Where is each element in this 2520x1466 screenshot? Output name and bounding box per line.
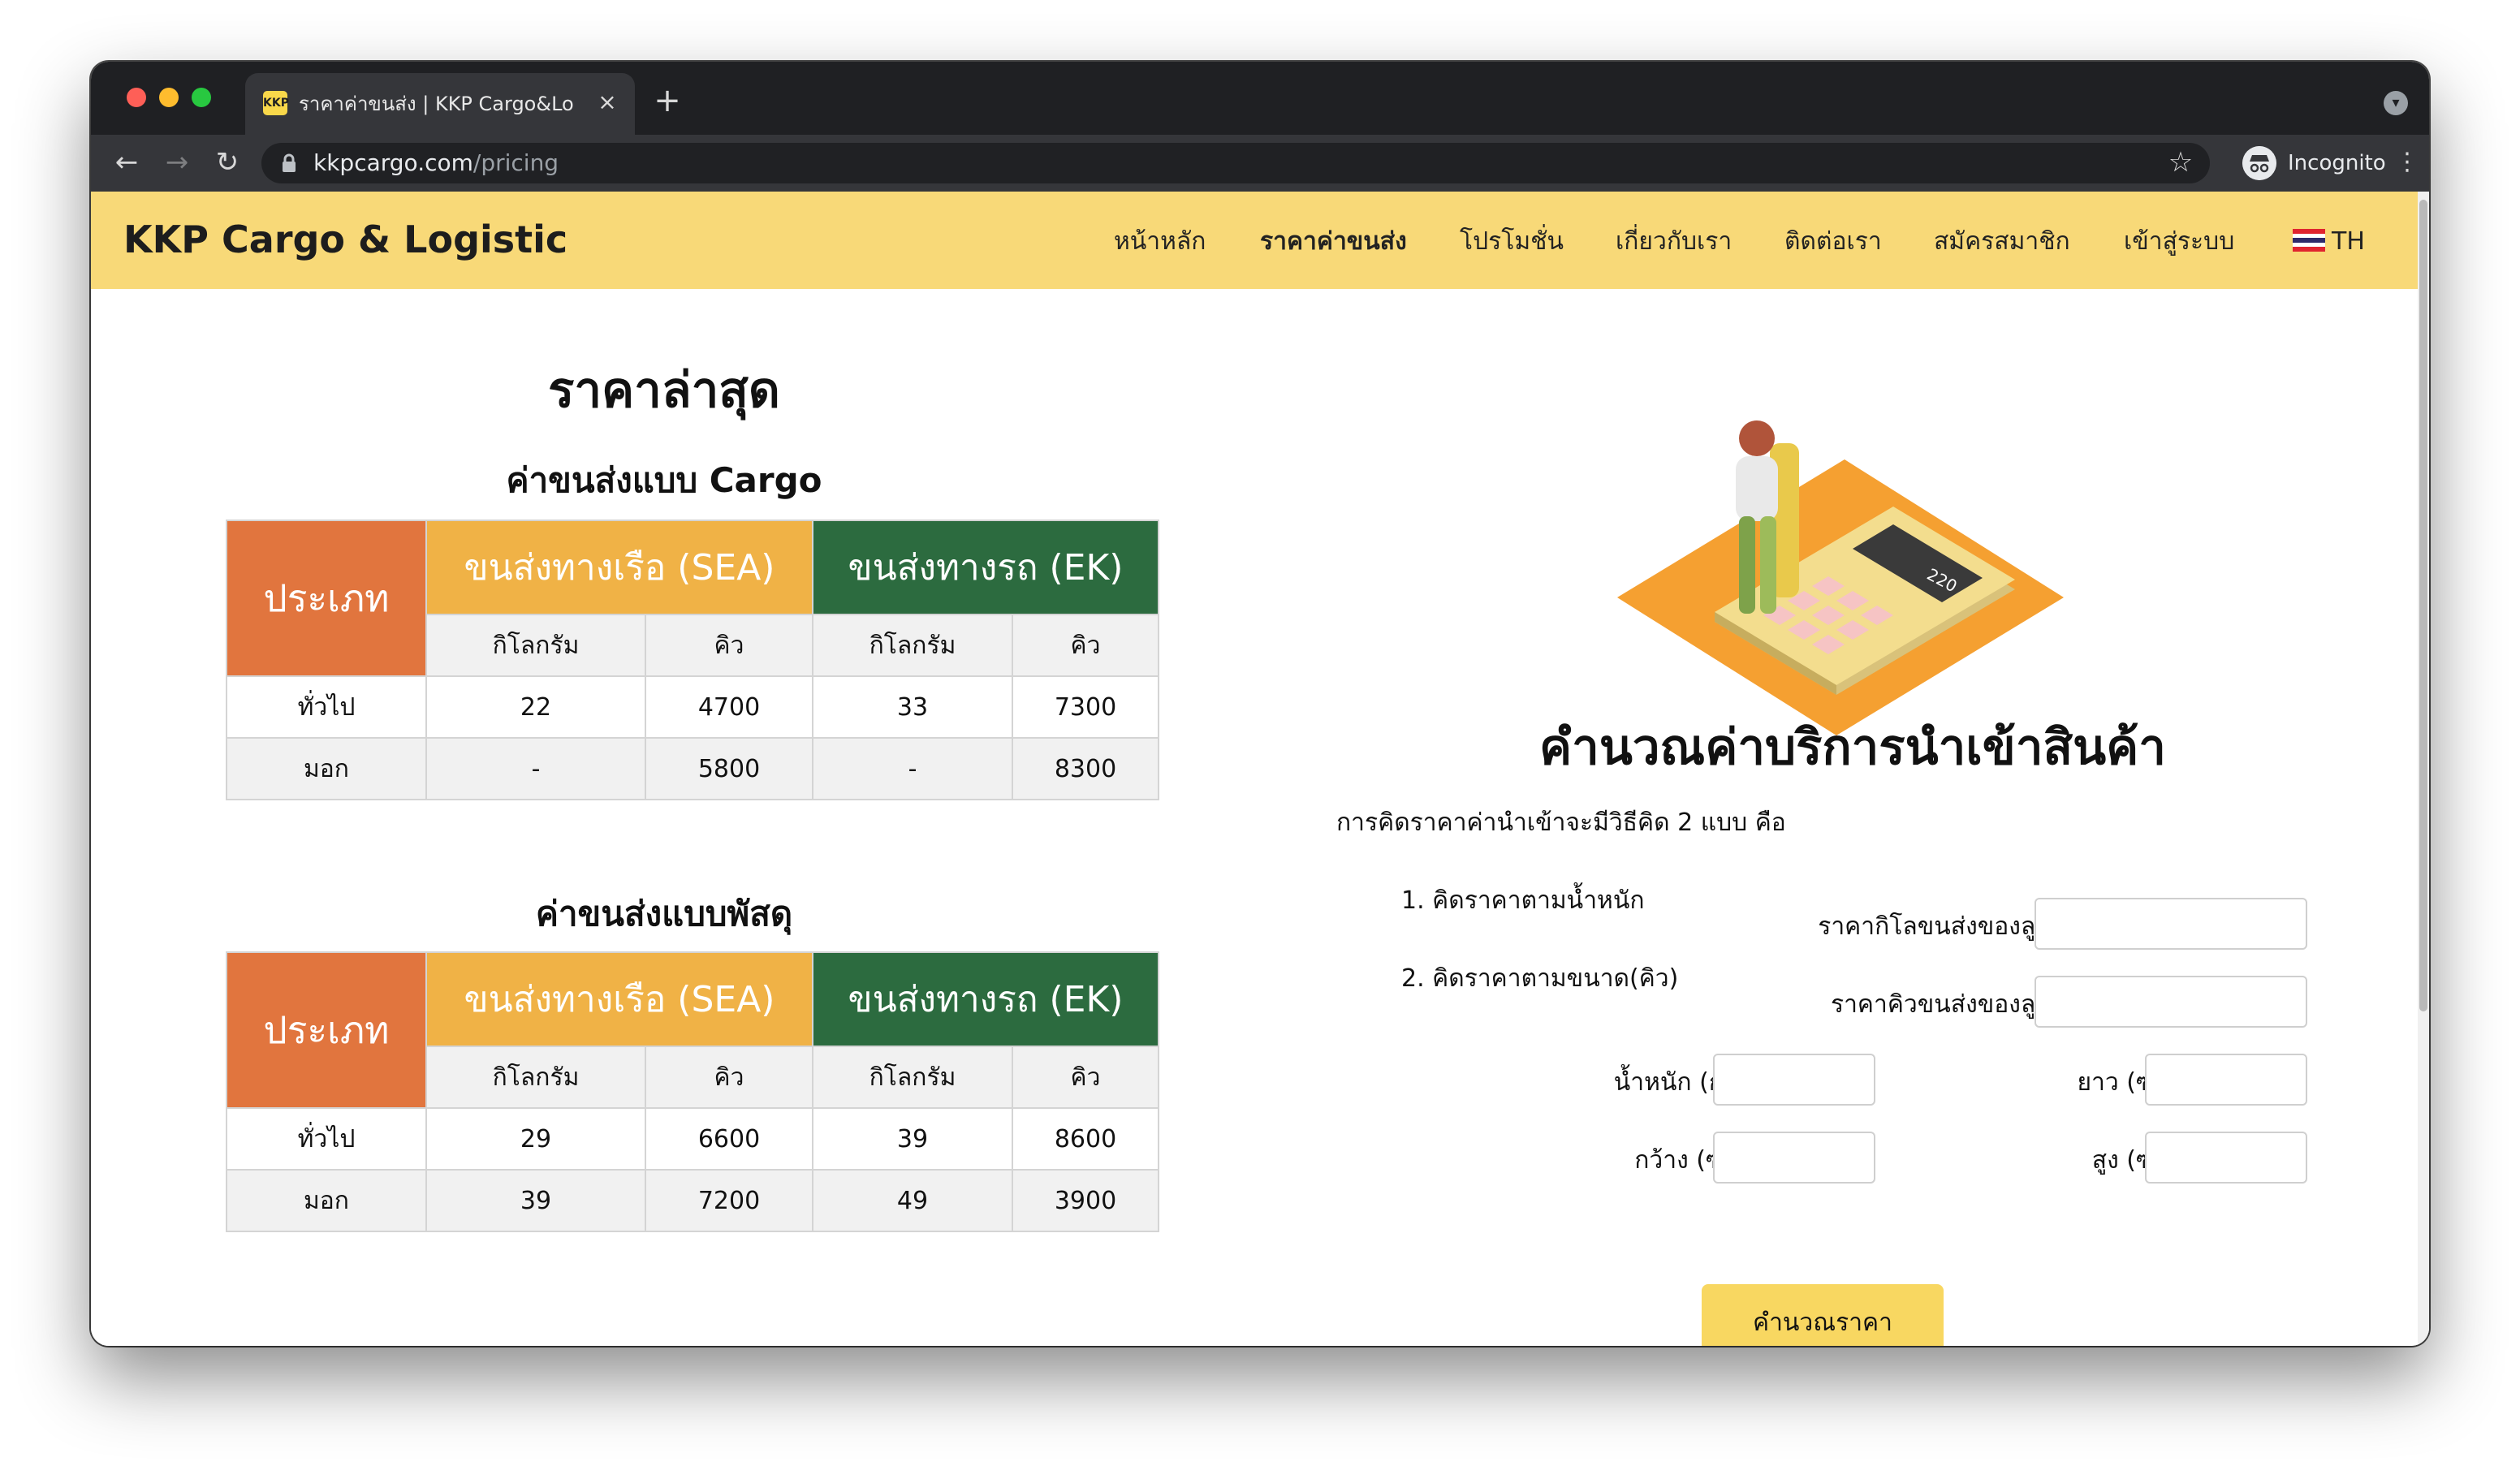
sea-cbm-price: 7200	[645, 1169, 813, 1232]
reload-icon[interactable]: ↻	[209, 144, 245, 180]
method-by-weight: 1. คิดราคาตามน้ำหนัก	[1401, 886, 1645, 915]
scrollbar-thumb[interactable]	[2419, 200, 2427, 1011]
parcel-table-title: ค่าขนส่งแบบพัสดุ	[535, 894, 793, 933]
table-row: ทั่วไป 22 4700 33 7300	[226, 675, 1159, 739]
sea-kg-price: 22	[425, 675, 646, 739]
ek-header: ขนส่งทางรถ (EK)	[812, 951, 1159, 1047]
tab-title: ราคาค่าขนส่ง | KKP Cargo&Logistic	[299, 93, 575, 115]
back-arrow-icon[interactable]: ←	[109, 144, 145, 180]
weight-input[interactable]	[1713, 1054, 1875, 1106]
sea-kg-price: -	[425, 737, 646, 800]
unit-kg: กิโลกรัม	[812, 614, 1013, 677]
row-type: ทั่วไป	[226, 1107, 427, 1171]
page-viewport: KKP Cargo & Logistic หน้าหลัก ราคาค่าขนส…	[91, 192, 2429, 1346]
calculate-button[interactable]: คำนวณราคา	[1702, 1284, 1944, 1346]
incognito-indicator[interactable]: Incognito	[2242, 143, 2397, 183]
ek-kg-price: 33	[812, 675, 1013, 739]
nav-about[interactable]: เกี่ยวกับเรา	[1616, 226, 1732, 258]
table-row: ทั่วไป 29 6600 39 8600	[226, 1107, 1159, 1171]
cargo-table-title: ค่าขนส่งแบบ Cargo	[506, 460, 822, 500]
nav-home[interactable]: หน้าหลัก	[1114, 226, 1206, 258]
site-navbar: KKP Cargo & Logistic หน้าหลัก ราคาค่าขนส…	[91, 192, 2418, 289]
sea-cbm-price: 6600	[645, 1107, 813, 1171]
unit-kg: กิโลกรัม	[425, 1046, 646, 1109]
browser-toolbar: ← → ↻ kkpcargo.com/pricing ☆ Incognito ⋮	[91, 135, 2429, 192]
close-tab-icon[interactable]: ×	[594, 89, 620, 115]
site-brand[interactable]: KKP Cargo & Logistic	[123, 216, 567, 263]
unit-cbm: คิว	[645, 614, 813, 677]
ek-cbm-price: 8300	[1012, 737, 1159, 800]
nav-contact[interactable]: ติดต่อเรา	[1784, 226, 1882, 258]
ek-header: ขนส่งทางรถ (EK)	[812, 520, 1159, 615]
table-row: มอก 39 7200 49 3900	[226, 1169, 1159, 1232]
parcel-price-table: ประเภท ขนส่งทางเรือ (SEA) ขนส่งทางรถ (EK…	[226, 951, 1159, 1232]
lock-icon	[283, 153, 296, 172]
tab-bar: KKP ราคาค่าขนส่ง | KKP Cargo&Logistic × …	[91, 62, 2429, 135]
address-bar[interactable]: kkpcargo.com/pricing ☆	[261, 143, 2210, 183]
bookmark-star-icon[interactable]: ☆	[2166, 148, 2195, 177]
url-text: kkpcargo.com/pricing	[313, 149, 559, 176]
ek-cbm-price: 8600	[1012, 1107, 1159, 1171]
language-selector[interactable]: TH	[2332, 226, 2365, 258]
maximize-window-button[interactable]	[192, 88, 211, 107]
ek-cbm-price: 7300	[1012, 675, 1159, 739]
sea-kg-price: 29	[425, 1107, 646, 1171]
unit-cbm: คิว	[1012, 614, 1159, 677]
unit-kg: กิโลกรัม	[425, 614, 646, 677]
browser-tab[interactable]: KKP ราคาค่าขนส่ง | KKP Cargo&Logistic ×	[245, 73, 635, 135]
width-input[interactable]	[1713, 1132, 1875, 1184]
method-by-volume: 2. คิดราคาตามขนาด(คิว)	[1401, 964, 1679, 993]
browser-window: KKP ราคาค่าขนส่ง | KKP Cargo&Logistic × …	[91, 62, 2429, 1346]
nav-pricing[interactable]: ราคาค่าขนส่ง	[1260, 226, 1407, 258]
thai-flag-icon[interactable]	[2293, 229, 2325, 252]
sea-cbm-price: 5800	[645, 737, 813, 800]
kebab-menu-icon[interactable]: ⋮	[2395, 146, 2419, 179]
row-type: ทั่วไป	[226, 675, 427, 739]
sea-header: ขนส่งทางเรือ (SEA)	[425, 520, 813, 615]
sea-header: ขนส่งทางเรือ (SEA)	[425, 951, 813, 1047]
kg-rate-input[interactable]	[2035, 898, 2307, 950]
type-header: ประเภท	[226, 951, 427, 1109]
nav-promotion[interactable]: โปรโมชั่น	[1460, 226, 1564, 258]
row-type: มอก	[226, 737, 427, 800]
length-input[interactable]	[2145, 1054, 2307, 1106]
table-row: มอก - 5800 - 8300	[226, 737, 1159, 800]
ek-kg-price: -	[812, 737, 1013, 800]
type-header: ประเภท	[226, 520, 427, 677]
page-scrollbar[interactable]	[2418, 192, 2429, 1346]
incognito-label: Incognito	[2288, 151, 2386, 175]
pricing-title: ราคาล่าสุด	[548, 362, 780, 419]
forward-arrow-icon[interactable]: →	[159, 144, 195, 180]
cargo-price-table: ประเภท ขนส่งทางเรือ (SEA) ขนส่งทางรถ (EK…	[226, 520, 1159, 800]
nav-login[interactable]: เข้าสู่ระบบ	[2124, 226, 2234, 258]
minimize-window-button[interactable]	[159, 88, 179, 107]
ek-kg-price: 49	[812, 1169, 1013, 1232]
favicon-icon: KKP	[263, 91, 289, 115]
ek-cbm-price: 3900	[1012, 1169, 1159, 1232]
sea-cbm-price: 4700	[645, 675, 813, 739]
incognito-icon	[2242, 146, 2276, 180]
row-type: มอก	[226, 1169, 427, 1232]
cbm-rate-input[interactable]	[2035, 976, 2307, 1028]
unit-kg: กิโลกรัม	[812, 1046, 1013, 1109]
unit-cbm: คิว	[645, 1046, 813, 1109]
ek-kg-price: 39	[812, 1107, 1013, 1171]
tab-search-icon[interactable]: ▾	[2384, 91, 2408, 115]
new-tab-button[interactable]: +	[651, 84, 684, 119]
close-window-button[interactable]	[127, 88, 146, 107]
screenshot-stage: KKP ราคาค่าขนส่ง | KKP Cargo&Logistic × …	[0, 0, 2520, 1466]
unit-cbm: คิว	[1012, 1046, 1159, 1109]
calculator-title: คำนวณค่าบริการนำเข้าสินค้า	[1539, 719, 2166, 776]
nav-register[interactable]: สมัครสมาชิก	[1934, 226, 2070, 258]
sea-kg-price: 39	[425, 1169, 646, 1232]
height-input[interactable]	[2145, 1132, 2307, 1184]
calculator-description: การคิดราคาค่านำเข้าจะมีวิธีคิด 2 แบบ คือ	[1336, 808, 1786, 837]
